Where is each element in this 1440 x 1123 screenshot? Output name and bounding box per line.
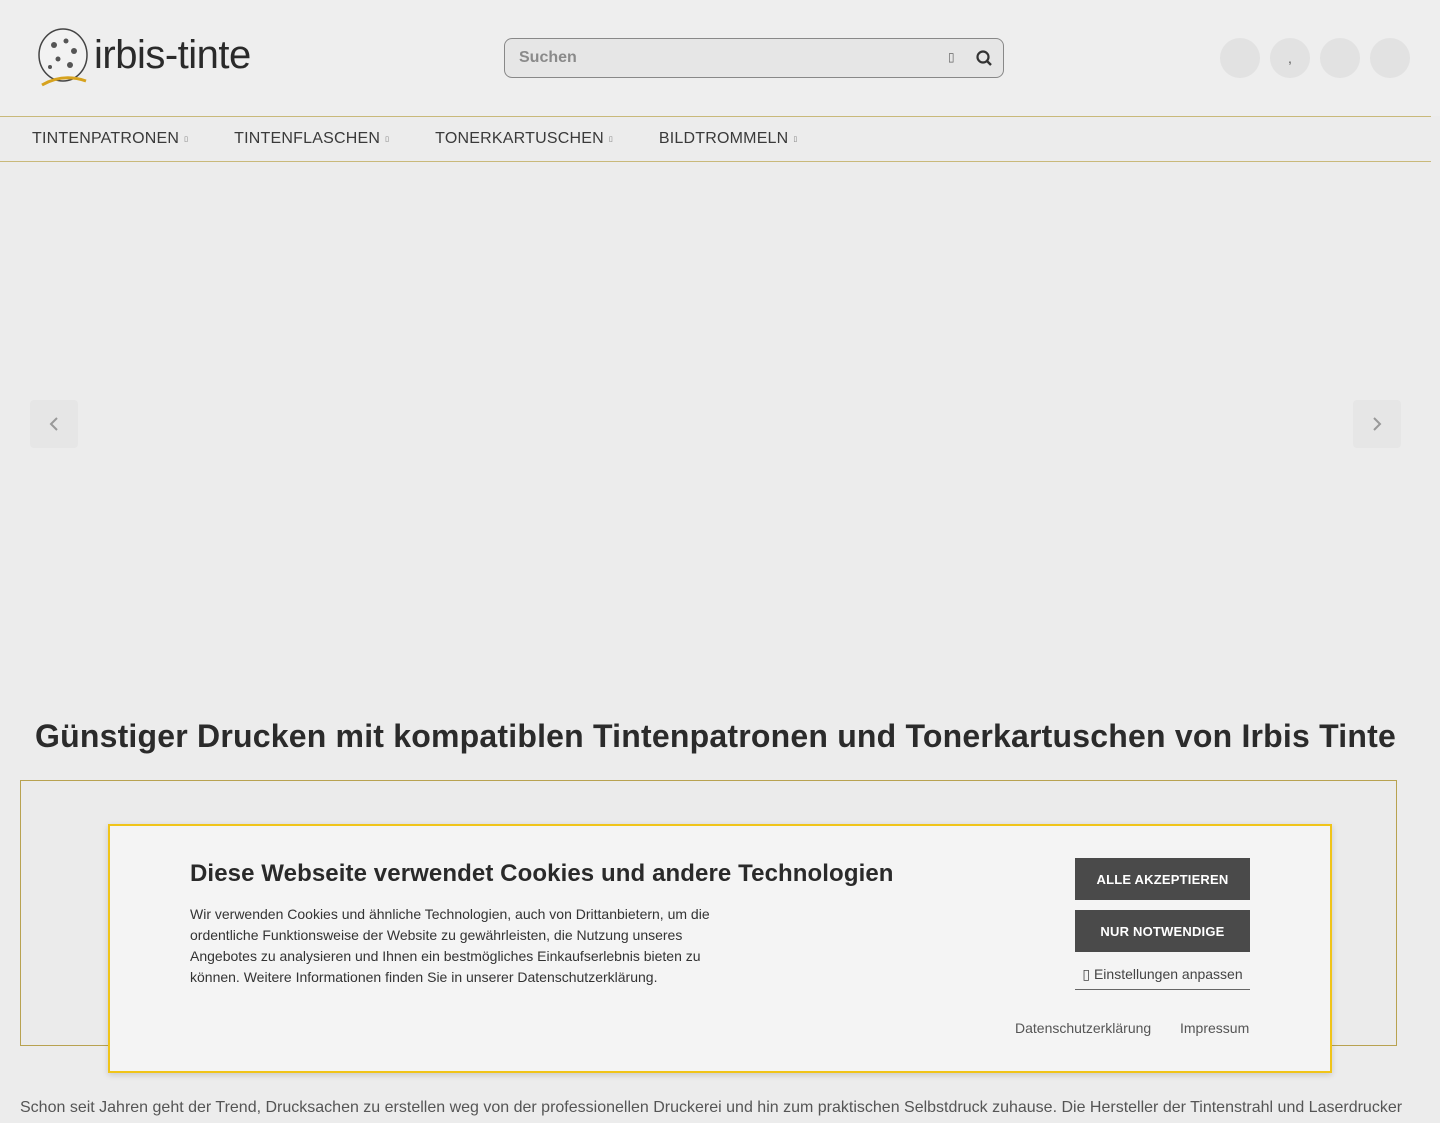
nav-item-label: BILDTROMMELN — [658, 130, 789, 147]
clear-icon[interactable]: ▯ — [948, 50, 955, 64]
main-nav: TINTENPATRONEN ▯ TINTENFLASCHEN ▯ TONERKAR… — [0, 116, 1431, 162]
accept-all-button[interactable]: ALLE AKZEPTIEREN — [1075, 858, 1250, 900]
only-necessary-button[interactable]: NUR NOTWENDIGE — [1075, 910, 1250, 952]
chevron-left-icon — [49, 417, 58, 431]
search-icon[interactable] — [973, 47, 995, 69]
cookie-settings-link[interactable]: ▯ Einstellungen anpassen — [1075, 966, 1250, 990]
cookie-title: Diese Webseite verwendet Cookies und and… — [190, 860, 894, 887]
hero-slider — [0, 162, 1431, 692]
search-bar: ▯ — [504, 38, 1004, 78]
chevron-down-icon: ▯ — [385, 136, 390, 143]
leopard-logo-icon — [38, 28, 88, 87]
privacy-link[interactable]: Datenschutzerklärung — [1015, 1020, 1151, 1036]
nav-item-tonerkartuschen[interactable]: TONERKARTUSCHEN ▯ — [435, 130, 613, 148]
intro-text: Schon seit Jahren geht der Trend, Drucks… — [20, 1099, 1403, 1116]
logo-text: irbis-tinte — [94, 32, 251, 77]
user-icon[interactable] — [1220, 38, 1260, 78]
imprint-link[interactable]: Impressum — [1180, 1020, 1249, 1036]
nav-item-label: TONERKARTUSCHEN — [435, 130, 604, 147]
logo[interactable]: irbis-tinte — [34, 22, 274, 94]
wishlist-icon[interactable]: , — [1270, 38, 1310, 78]
nav-item-label: TINTENPATRONEN — [32, 130, 180, 147]
slider-next-button[interactable] — [1353, 400, 1401, 448]
chevron-down-icon: ▯ — [184, 136, 189, 143]
nav-item-bildtrommeln[interactable]: BILDTROMMELN ▯ — [659, 130, 798, 148]
cookie-banner: Diese Webseite verwendet Cookies und and… — [108, 824, 1332, 1073]
cookie-settings-label: Einstellungen anpassen — [1093, 966, 1243, 982]
chevron-down-icon: ▯ — [608, 136, 613, 143]
cookie-text: Wir verwenden Cookies und ähnliche Techn… — [190, 906, 710, 985]
nav-item-label: TINTENFLASCHEN — [234, 130, 381, 147]
chevron-down-icon: ▯ — [793, 136, 798, 143]
page-title: Günstiger Drucken mit kompatiblen Tinten… — [35, 718, 1396, 754]
site-header: irbis-tinte ▯ , — [0, 0, 1440, 116]
search-input[interactable] — [519, 47, 919, 69]
chevron-right-icon — [1373, 417, 1382, 431]
nav-item-tintenpatronen[interactable]: TINTENPATRONEN ▯ — [32, 130, 188, 148]
slider-prev-button[interactable] — [30, 400, 78, 448]
header-actions: , — [1220, 38, 1410, 78]
compare-icon[interactable] — [1320, 38, 1360, 78]
cart-icon[interactable] — [1370, 38, 1410, 78]
nav-item-tintenflaschen[interactable]: TINTENFLASCHEN ▯ — [234, 130, 389, 148]
settings-icon: ▯ — [1082, 966, 1094, 982]
